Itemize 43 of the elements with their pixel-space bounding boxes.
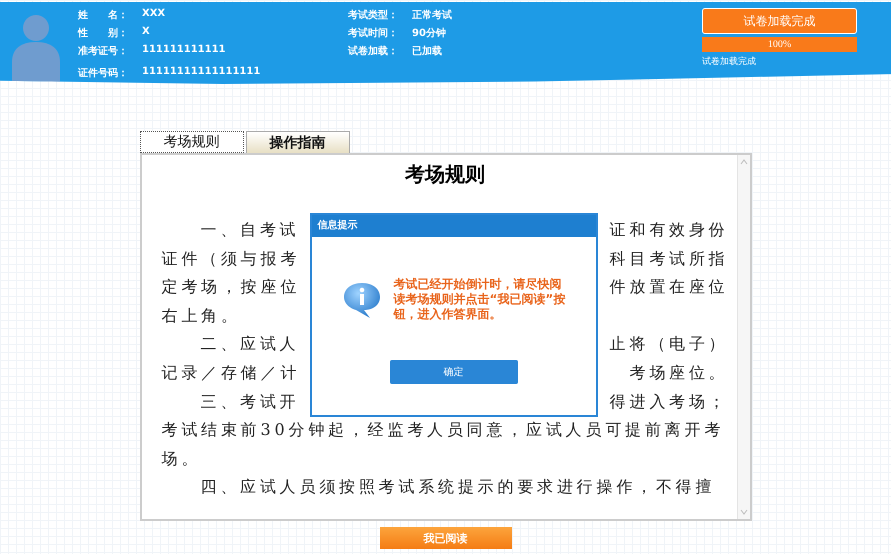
dialog-title: 信息提示 <box>312 215 596 237</box>
load-status-text: 试卷加载完成 <box>702 56 757 68</box>
rules-title: 考场规则 <box>404 161 486 188</box>
field-value: XXX <box>142 8 166 21</box>
scroll-up-icon[interactable] <box>738 157 748 167</box>
field-label: 考试类型： <box>348 8 399 22</box>
field-value: 90分钟 <box>412 26 446 40</box>
field-label: 考试时间： <box>348 26 399 40</box>
field-value: X <box>142 26 150 39</box>
rules-text: 科目考试所指 <box>610 248 728 270</box>
rules-text: 考试结束前30分钟起，经监考人员同意，应试人员可提前离开考 <box>162 419 724 442</box>
rules-text: 止将（电子） <box>610 333 728 356</box>
field-label: 证件号码： <box>78 66 129 80</box>
load-status-button[interactable]: 试卷加载完成 <box>702 8 857 34</box>
ok-button[interactable]: 确定 <box>390 360 518 384</box>
field-value: 正常考试 <box>412 8 452 22</box>
progress-text: 100% <box>766 38 792 52</box>
rules-text: 三、考试开 <box>200 390 300 413</box>
field-label: 性 别： <box>78 26 129 40</box>
rules-text: 二、应试人 <box>200 333 300 356</box>
scrollbar[interactable] <box>736 155 750 519</box>
field-value: 111111111111 <box>142 44 226 57</box>
rules-text: 考场座位。 <box>630 362 728 384</box>
rules-text: 定考场，按座位 <box>162 276 300 298</box>
field-value: 11111111111111111 <box>142 66 260 79</box>
read-button[interactable]: 我已阅读 <box>380 527 512 549</box>
rules-text: 件放置在座位 <box>610 276 728 298</box>
field-value: 已加载 <box>412 44 442 58</box>
field-label: 姓 名： <box>78 8 129 22</box>
scroll-down-icon[interactable] <box>738 507 748 517</box>
rules-text: 证和有效身份 <box>610 219 728 241</box>
rules-text: 场。 <box>162 448 202 470</box>
dialog-message: 考试已经开始倒计时，请尽快阅读考场规则并点击“我已阅读”按钮，进入作答界面。 <box>394 277 566 322</box>
rules-text: 得进入考场； <box>610 390 728 413</box>
tab[interactable]: 操作指南 <box>246 131 350 153</box>
rules-text: 四、应试人员须按照考试系统提示的要求进行操作，不得擅 <box>200 476 716 498</box>
rules-text: 记录／存储／计 <box>162 362 300 384</box>
rules-text: 右上角。 <box>162 304 241 327</box>
tab[interactable]: 考场规则 <box>140 131 244 153</box>
field-label: 准考证号： <box>78 44 129 58</box>
field-label: 试卷加载： <box>348 44 399 58</box>
rules-text: 证件（须与报考 <box>162 248 300 270</box>
rules-text: 一、自考试 <box>200 219 300 241</box>
